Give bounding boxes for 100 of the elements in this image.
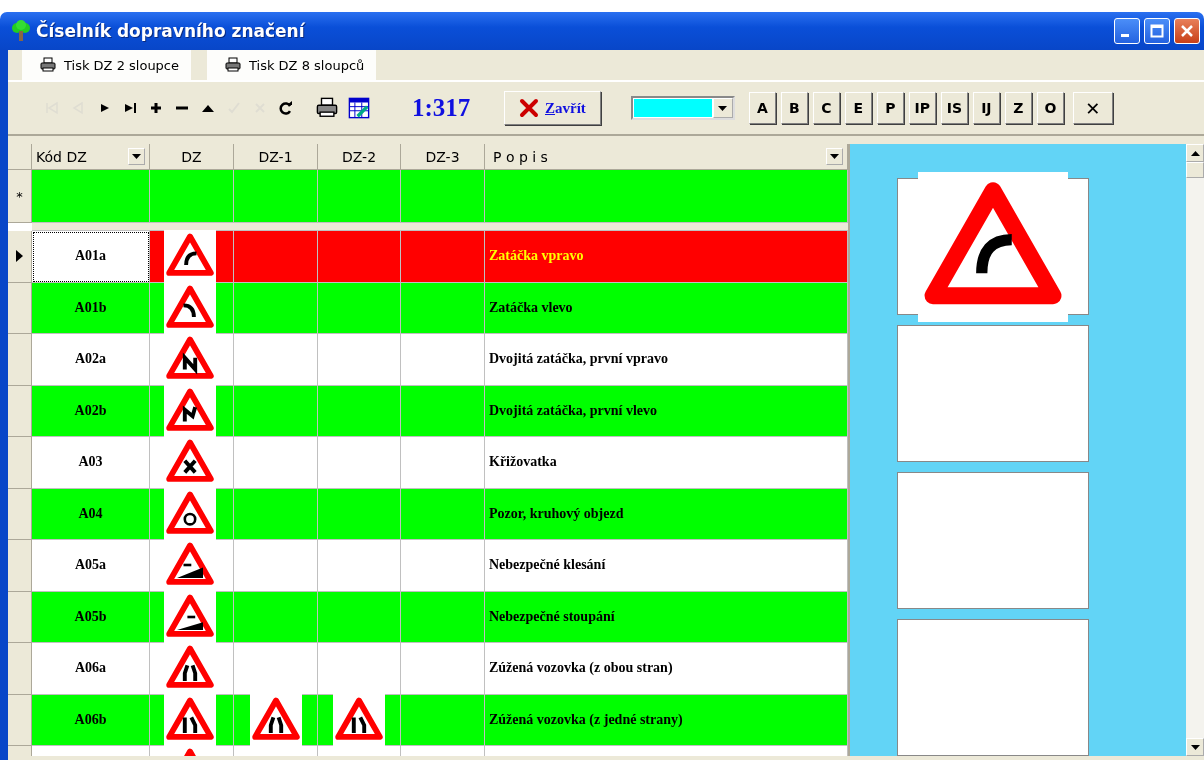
new-row-marker: * bbox=[8, 170, 32, 223]
grid-cell[interactable] bbox=[401, 694, 485, 746]
refresh-record-button[interactable] bbox=[278, 99, 294, 117]
grid-cell[interactable] bbox=[32, 170, 150, 223]
grid-cell[interactable]: Dvojitá zatáčka, první vpravo bbox=[485, 334, 848, 386]
letter-filter-button[interactable]: O bbox=[1036, 92, 1064, 124]
grid-cell[interactable] bbox=[150, 170, 234, 223]
dropdown-arrow-icon bbox=[132, 154, 141, 159]
grid-cell[interactable]: A02b bbox=[32, 385, 150, 437]
grid-cell[interactable]: Zatáčka vlevo bbox=[485, 282, 848, 334]
grid-cell[interactable]: Dvojitá zatáčka, první vlevo bbox=[485, 385, 848, 437]
scroll-down-button[interactable] bbox=[1186, 738, 1204, 756]
minimize-button[interactable] bbox=[1114, 18, 1140, 44]
grid-cell[interactable]: Nebezpečné stoupání bbox=[485, 591, 848, 643]
scroll-up-button[interactable] bbox=[1186, 144, 1204, 162]
grid-cell[interactable] bbox=[401, 591, 485, 643]
filter-dropdown-button[interactable] bbox=[128, 148, 145, 165]
letter-filter-button[interactable]: Z bbox=[1004, 92, 1032, 124]
letter-filter-button[interactable]: IP bbox=[908, 92, 936, 124]
grid-cell[interactable] bbox=[318, 334, 401, 386]
grid-cell[interactable]: A06a bbox=[32, 643, 150, 695]
grid-cell[interactable] bbox=[401, 231, 485, 283]
clear-filter-button[interactable]: ✕ bbox=[1072, 92, 1113, 124]
sign-description: Zatáčka vpravo bbox=[489, 248, 584, 265]
letter-filter-button[interactable]: C bbox=[812, 92, 840, 124]
grid-cell[interactable] bbox=[318, 437, 401, 489]
letter-filter-button[interactable]: IS bbox=[940, 92, 968, 124]
grid-cell[interactable] bbox=[234, 643, 318, 695]
grid-cell[interactable] bbox=[234, 437, 318, 489]
grid-cell[interactable] bbox=[401, 437, 485, 489]
scrollbar-thumb[interactable] bbox=[1186, 162, 1204, 178]
grid-cell[interactable] bbox=[485, 170, 848, 223]
grid-cell[interactable] bbox=[318, 231, 401, 283]
scroll-up-arrow-icon bbox=[1190, 150, 1200, 156]
sign-code: A05a bbox=[74, 557, 107, 574]
column-header[interactable]: P o p i s bbox=[485, 144, 848, 170]
print-record-button[interactable] bbox=[316, 99, 338, 117]
grid-cell[interactable] bbox=[401, 282, 485, 334]
grid-cell[interactable] bbox=[401, 643, 485, 695]
letter-filter-button[interactable]: B bbox=[780, 92, 808, 124]
grid-cell[interactable]: Pozor, kruhový objezd bbox=[485, 488, 848, 540]
grid-cell[interactable] bbox=[234, 231, 318, 283]
grid-cell[interactable]: Zatáčka vpravo bbox=[485, 231, 848, 283]
grid-cell[interactable] bbox=[401, 170, 485, 223]
letter-filter-button[interactable]: A bbox=[748, 92, 776, 124]
print-button[interactable]: Tisk DZ 2 sloupce bbox=[22, 50, 191, 80]
column-header[interactable]: DZ bbox=[150, 144, 234, 170]
letter-filter-button[interactable]: E bbox=[844, 92, 872, 124]
grid-cell[interactable] bbox=[318, 170, 401, 223]
grid-cell[interactable] bbox=[234, 170, 318, 223]
grid-cell[interactable] bbox=[401, 540, 485, 592]
color-dropdown[interactable] bbox=[630, 96, 735, 120]
sign-code: A01a bbox=[74, 248, 107, 265]
column-header[interactable]: DZ-2 bbox=[318, 144, 401, 170]
close-button[interactable] bbox=[1174, 18, 1200, 44]
grid-cell[interactable] bbox=[234, 385, 318, 437]
grid-cell[interactable] bbox=[234, 334, 318, 386]
grid-cell[interactable] bbox=[234, 591, 318, 643]
spreadsheet-icon bbox=[348, 97, 370, 119]
grid-cell[interactable]: Křižovatka bbox=[485, 437, 848, 489]
grid-cell[interactable]: A06b bbox=[32, 694, 150, 746]
sign-description: Křižovatka bbox=[489, 454, 557, 471]
grid-cell[interactable] bbox=[401, 488, 485, 540]
grid-cell[interactable] bbox=[150, 231, 234, 283]
column-header[interactable]: DZ-3 bbox=[401, 144, 485, 170]
maximize-button[interactable] bbox=[1144, 18, 1170, 44]
export-record-button[interactable] bbox=[348, 99, 370, 117]
grid-cell[interactable] bbox=[318, 591, 401, 643]
grid-cell[interactable]: A05a bbox=[32, 540, 150, 592]
column-header[interactable]: DZ-1 bbox=[234, 144, 318, 170]
record-counter: 1:317 bbox=[412, 94, 472, 122]
grid-cell[interactable]: Zúžená vozovka (z jedné strany) bbox=[485, 694, 848, 746]
grid-cell[interactable] bbox=[401, 385, 485, 437]
print-button[interactable]: Tisk DZ 8 sloupců bbox=[207, 50, 377, 80]
grid-cell[interactable] bbox=[234, 488, 318, 540]
grid-cell[interactable]: A01b bbox=[32, 282, 150, 334]
filter-dropdown-button[interactable] bbox=[826, 148, 843, 165]
grid-cell[interactable] bbox=[318, 540, 401, 592]
sign-description: Zúžená vozovka (z obou stran) bbox=[489, 660, 673, 677]
close-button[interactable]: Zavřít bbox=[504, 91, 601, 125]
grid-cell[interactable]: Zúžená vozovka (z obou stran) bbox=[485, 643, 848, 695]
grid-cell[interactable]: A02a bbox=[32, 334, 150, 386]
grid-cell[interactable] bbox=[318, 282, 401, 334]
row-header[interactable] bbox=[8, 231, 32, 283]
grid-cell[interactable] bbox=[234, 540, 318, 592]
grid-cell[interactable]: A01a bbox=[32, 231, 150, 283]
letter-filter-button[interactable]: IJ bbox=[972, 92, 1000, 124]
grid-cell[interactable] bbox=[318, 488, 401, 540]
grid-cell[interactable]: A04 bbox=[32, 488, 150, 540]
grid-cell[interactable] bbox=[318, 385, 401, 437]
letter-filter-button[interactable]: P bbox=[876, 92, 904, 124]
grid-cell[interactable]: Nebezpečné klesání bbox=[485, 540, 848, 592]
grid-cell[interactable]: A05b bbox=[32, 591, 150, 643]
grid-cell[interactable]: A03 bbox=[32, 437, 150, 489]
refresh-icon bbox=[278, 100, 294, 116]
column-header[interactable]: Kód DZ bbox=[32, 144, 150, 170]
cross-icon bbox=[519, 98, 539, 118]
grid-cell[interactable] bbox=[318, 643, 401, 695]
grid-cell[interactable] bbox=[234, 282, 318, 334]
grid-cell[interactable] bbox=[401, 334, 485, 386]
